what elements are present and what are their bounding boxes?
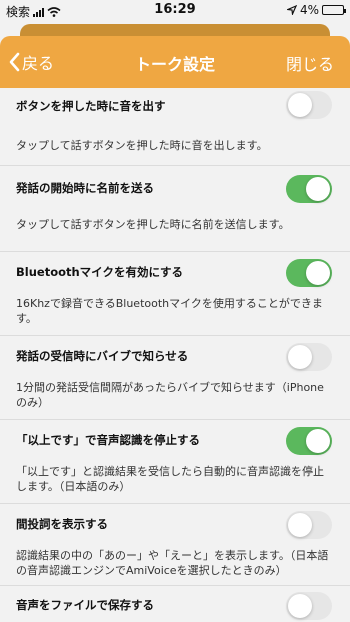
setting-description: 「以上です」と認識結果を受信したら自動的に音声認識を停止します。（日本語のみ） — [16, 465, 324, 493]
toggle-knob — [288, 594, 312, 618]
setting-description: 16Khzで録音できるBluetoothマイクを使用することができます。 — [16, 297, 323, 325]
toggle-knob — [306, 429, 330, 453]
send-name-toggle[interactable] — [286, 175, 332, 203]
setting-description: 1分間の発話受信間隔があったらバイブで知らせます（iPhoneのみ） — [16, 381, 324, 409]
setting-description: タップして話すボタンを押した時に名前を送信します。 — [16, 218, 290, 231]
sound-toggle[interactable] — [286, 91, 332, 119]
setting-title: 間投詞を表示する — [16, 517, 108, 531]
bluetooth-toggle[interactable] — [286, 259, 332, 287]
interjection-toggle[interactable] — [286, 511, 332, 539]
setting-row-send-name: 発話の開始時に名前を送る タップして話すボタンを押した時に名前を送信します。 — [0, 166, 350, 252]
status-bar: 検索 16:29 4% — [0, 0, 350, 20]
settings-list: ボタンを押した時に音を出す タップして話すボタンを押した時に音を出します。 発話… — [0, 88, 350, 622]
battery-percent: 4% — [299, 3, 319, 17]
setting-row-vibrate: 発話の受信時にバイブで知らせる 1分間の発話受信間隔があったらバイブで知らせます… — [0, 336, 350, 420]
setting-title: 発話の受信時にバイブで知らせる — [16, 349, 189, 363]
toggle-knob — [306, 177, 330, 201]
battery-icon — [322, 5, 346, 15]
vibrate-toggle[interactable] — [286, 343, 332, 371]
setting-title: 発話の開始時に名前を送る — [16, 181, 154, 195]
setting-title: 「以上です」で音声認識を停止する — [16, 433, 200, 447]
setting-title: ボタンを押した時に音を出す — [16, 99, 166, 113]
setting-title: Bluetoothマイクを有効にする — [16, 265, 184, 279]
toggle-knob — [288, 345, 312, 369]
setting-row-save-audio: 音声をファイルで保存する — [0, 586, 350, 622]
setting-description: タップして話すボタンを押した時に音を出します。 — [16, 139, 268, 152]
setting-row-interjection: 間投詞を表示する 認識結果の中の「あのー」や「えーと」を表示します。（日本語の音… — [0, 504, 350, 586]
setting-row-stop-recognition: 「以上です」で音声認識を停止する 「以上です」と認識結果を受信したら自動的に音声… — [0, 420, 350, 504]
setting-description: 認識結果の中の「あのー」や「えーと」を表示します。（日本語の音声認識エンジンでA… — [16, 549, 329, 577]
navigation-bar: 戻る トーク設定 閉じる — [0, 36, 350, 88]
toggle-knob — [288, 513, 312, 537]
location-icon — [286, 5, 297, 15]
setting-title: 音声をファイルで保存する — [16, 598, 154, 612]
setting-row-bluetooth: Bluetoothマイクを有効にする 16Khzで録音できるBluetoothマ… — [0, 252, 350, 336]
close-button[interactable]: 閉じる — [286, 51, 334, 75]
toggle-knob — [288, 93, 312, 117]
setting-row-sound: ボタンを押した時に音を出す タップして話すボタンを押した時に音を出します。 — [0, 88, 350, 166]
stop-recognition-toggle[interactable] — [286, 427, 332, 455]
toggle-knob — [306, 261, 330, 285]
save-audio-toggle[interactable] — [286, 592, 332, 620]
status-right: 4% — [286, 3, 346, 17]
